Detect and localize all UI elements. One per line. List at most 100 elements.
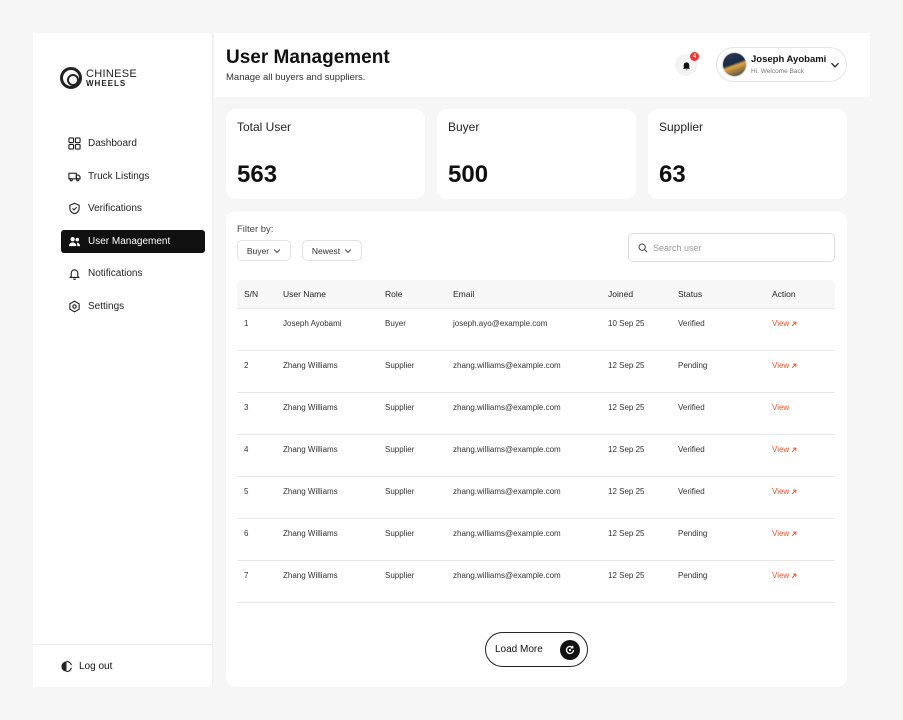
column-header-joined: Joined <box>608 289 634 299</box>
cell-status: Pending <box>678 571 708 580</box>
sidebar-item-user-management[interactable]: User Management <box>61 229 205 253</box>
brand-line-1: CHINESE <box>86 67 137 80</box>
cell-email: zhang.williams@example.com <box>453 571 561 580</box>
profile-menu[interactable]: Joseph Ayobami Hi, Welcome Back <box>716 47 847 82</box>
page-title: User Management <box>226 47 390 68</box>
brand-logo[interactable]: CHINESE WHEELS <box>60 67 137 89</box>
truck-icon <box>68 170 81 183</box>
cell-user-name: Joseph Ayobami <box>283 319 342 328</box>
cell-role: Supplier <box>385 403 415 412</box>
view-link-label: View <box>772 571 790 580</box>
stat-label: Buyer <box>448 120 480 134</box>
arrow-up-right-icon <box>792 573 797 578</box>
cell-action: View <box>772 529 835 538</box>
sidebar-item-truck-listings[interactable]: Truck Listings <box>61 165 205 188</box>
cell-joined: 12 Sep 25 <box>608 445 645 454</box>
cell-role: Supplier <box>385 529 415 538</box>
sidebar-item-label: Verifications <box>88 203 142 214</box>
app-window: CHINESE WHEELS Dashboard Truck Listings <box>33 33 870 687</box>
sidebar-item-dashboard[interactable]: Dashboard <box>61 132 205 155</box>
search-icon <box>638 243 648 253</box>
users-table-panel: Filter by: Buyer Newest S/N User Name Ro… <box>226 211 847 687</box>
cell-user-name: Zhang Williams <box>283 571 338 580</box>
cell-role: Supplier <box>385 361 415 370</box>
stat-card-total-user: Total User 563 <box>226 109 425 199</box>
cell-user-name: Zhang Williams <box>283 529 338 538</box>
cell-sn: 4 <box>244 445 249 454</box>
cell-email: zhang.williams@example.com <box>453 487 561 496</box>
cell-status: Verified <box>678 403 705 412</box>
table-row: 4 Zhang Williams Supplier zhang.williams@ex… <box>237 435 835 477</box>
cell-role: Buyer <box>385 319 406 328</box>
view-user-link[interactable]: View <box>772 319 797 328</box>
stat-value: 63 <box>659 161 686 188</box>
sort-filter-dropdown[interactable]: Newest <box>302 240 362 261</box>
search-input[interactable] <box>653 242 823 253</box>
cell-status: Verified <box>678 487 705 496</box>
arrow-up-right-icon <box>792 447 797 452</box>
sidebar-item-verifications[interactable]: Verifications <box>61 197 205 220</box>
cell-user-name: Zhang Williams <box>283 487 338 496</box>
logout-button[interactable]: Log out <box>33 644 213 687</box>
table-row: 3 Zhang Williams Supplier zhang.williams@ex… <box>237 393 835 435</box>
role-filter-dropdown[interactable]: Buyer <box>237 240 291 261</box>
cell-user-name: Zhang Williams <box>283 445 338 454</box>
sidebar-item-label: Dashboard <box>88 138 137 149</box>
cell-joined: 12 Sep 25 <box>608 571 645 580</box>
page-subtitle: Manage all buyers and suppliers. <box>226 72 366 83</box>
load-more-button[interactable]: Load More <box>485 632 588 667</box>
cell-user-name: Zhang Williams <box>283 361 338 370</box>
stat-card-buyer: Buyer 500 <box>437 109 636 199</box>
cell-status: Pending <box>678 361 708 370</box>
cell-sn: 3 <box>244 403 249 412</box>
user-name: Joseph Ayobami <box>751 54 827 65</box>
wheel-logo-icon <box>60 67 82 89</box>
view-user-link[interactable]: View <box>772 445 797 454</box>
filter-label: Filter by: <box>237 224 274 235</box>
cell-joined: 12 Sep 25 <box>608 529 645 538</box>
column-header-role: Role <box>385 289 403 299</box>
cell-email: zhang.williams@example.com <box>453 445 561 454</box>
cell-role: Supplier <box>385 445 415 454</box>
arrow-up-right-icon <box>792 531 797 536</box>
cell-status: Pending <box>678 529 708 538</box>
view-user-link[interactable]: View <box>772 529 797 538</box>
view-link-label: View <box>772 319 790 328</box>
chevron-down-icon <box>345 248 352 253</box>
cell-joined: 10 Sep 25 <box>608 319 645 328</box>
sort-filter-value: Newest <box>311 245 341 256</box>
cell-joined: 12 Sep 25 <box>608 487 645 496</box>
column-header-email: Email <box>453 289 475 299</box>
view-user-link[interactable]: View <box>772 571 797 580</box>
brand-line-2: WHEELS <box>86 78 127 88</box>
view-link-label: View <box>772 445 790 454</box>
cell-joined: 12 Sep 25 <box>608 403 645 412</box>
table-row: 7 Zhang Williams Supplier zhang.williams@ex… <box>237 561 835 603</box>
table-row: 2 Zhang Williams Supplier zhang.williams@ex… <box>237 351 835 393</box>
view-user-link[interactable]: View <box>772 487 797 496</box>
chevron-down-icon <box>831 62 839 68</box>
load-more-label: Load More <box>495 644 543 655</box>
sidebar-item-settings[interactable]: Settings <box>61 295 205 318</box>
view-user-link[interactable]: View <box>772 361 797 370</box>
grid-icon <box>68 137 81 150</box>
user-greeting: Hi, Welcome Back <box>751 68 804 75</box>
sidebar-item-notifications[interactable]: Notifications <box>61 262 205 285</box>
cell-email: zhang.williams@example.com <box>453 361 561 370</box>
view-user-link[interactable]: View <box>772 403 789 412</box>
cell-status: Verified <box>678 319 705 328</box>
notifications-button[interactable]: 4 <box>675 52 699 76</box>
cell-action: View <box>772 487 835 496</box>
table-header: S/N User Name Role Email Joined Status A… <box>237 280 835 309</box>
table-body: 1 Joseph Ayobami Buyer joseph.ayo@example.c… <box>237 309 835 603</box>
view-link-label: View <box>772 487 790 496</box>
stat-value: 563 <box>237 161 278 188</box>
cell-role: Supplier <box>385 571 415 580</box>
search-box[interactable] <box>628 233 835 262</box>
stat-value: 500 <box>448 161 489 188</box>
page-header: User Management Manage all buyers and su… <box>214 33 870 97</box>
stat-label: Supplier <box>659 120 704 134</box>
cell-action: View <box>772 445 835 454</box>
column-header-status: Status <box>678 289 703 299</box>
sidebar-nav: Dashboard Truck Listings Verifications U… <box>61 132 205 327</box>
